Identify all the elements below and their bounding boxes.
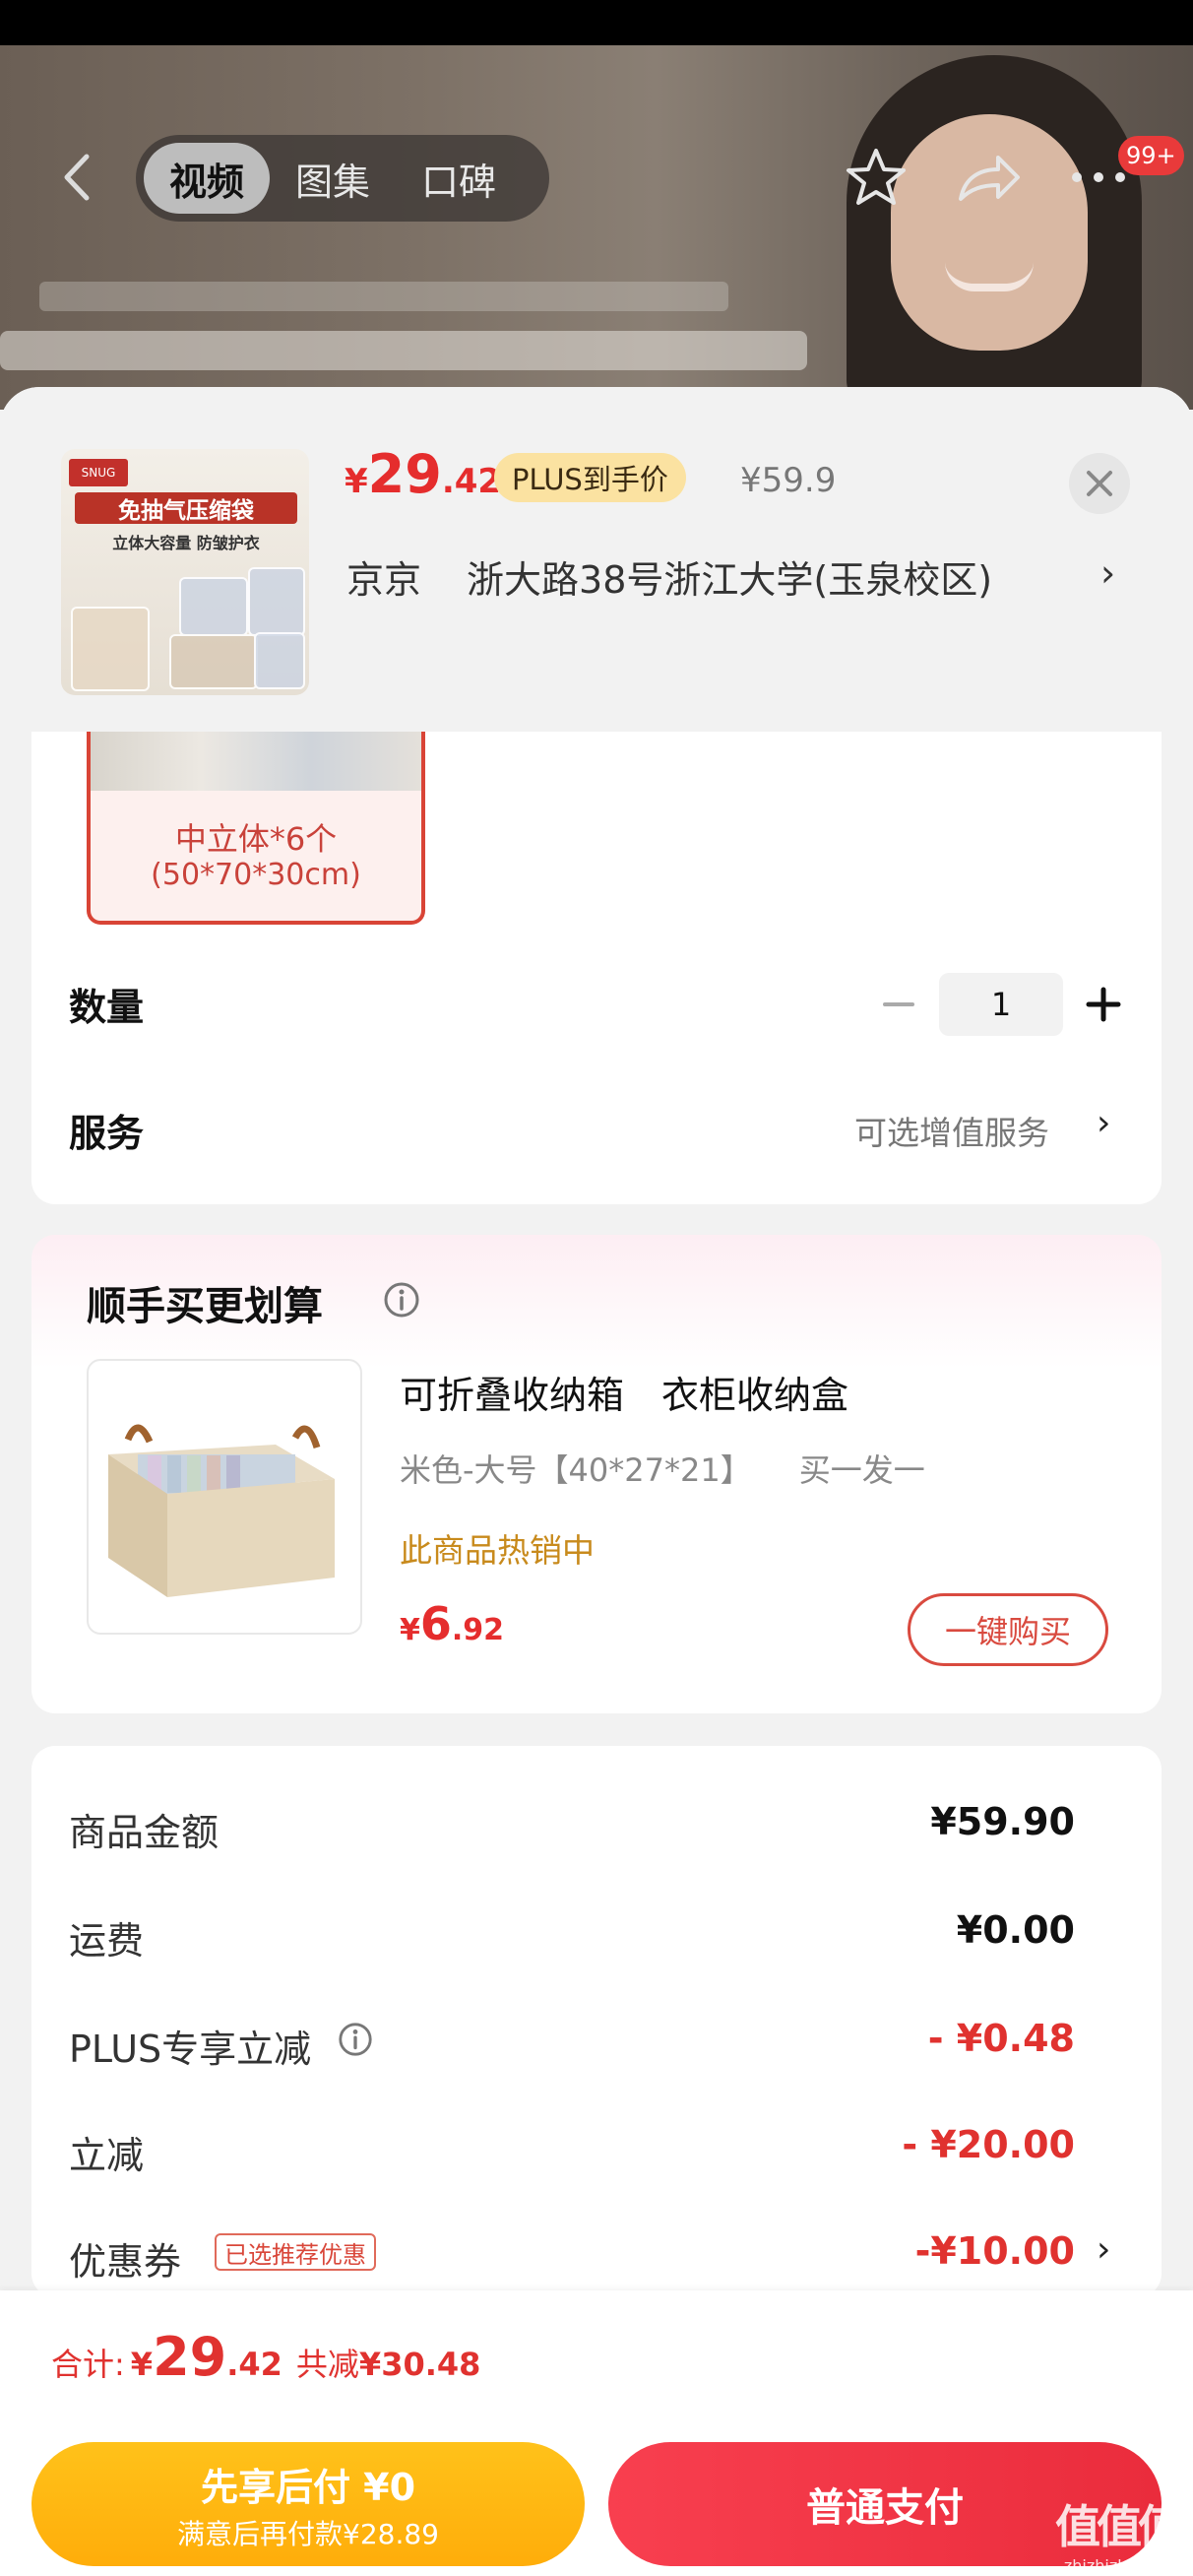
star-icon[interactable]: [845, 146, 908, 209]
original-price: ¥59.9: [740, 461, 837, 500]
pay-later-subtitle: 满意后再付款¥28.89: [177, 2517, 439, 2550]
thumbnail-title: 免抽气压缩袋: [75, 492, 297, 524]
bundle-item-image: [87, 1359, 362, 1635]
service-value[interactable]: 可选增值服务: [854, 1107, 1049, 1154]
price-integer: 29: [367, 443, 442, 505]
total-integer: 29: [153, 2326, 227, 2388]
tab-gallery[interactable]: 图集: [270, 143, 396, 214]
product-thumbnail: SNUG 免抽气压缩袋 立体大容量 防皱护衣: [61, 449, 309, 695]
watermark-logo: 值值值: [1055, 2500, 1183, 2553]
summary-value-instant-discount: - ¥20.00: [902, 2123, 1075, 2166]
message-badge: 99+: [1118, 136, 1184, 175]
brand-logo: SNUG: [69, 459, 128, 486]
chevron-right-icon[interactable]: ›: [1097, 2229, 1110, 2270]
tab-reviews[interactable]: 口碑: [396, 143, 522, 214]
share-icon[interactable]: [955, 148, 1022, 207]
status-bar: [0, 0, 1193, 45]
pay-later-title: 先享后付 ¥0: [200, 2465, 416, 2509]
quantity-label: 数量: [69, 986, 145, 1029]
bundle-price-decimal: .92: [451, 1613, 505, 1647]
total-row: 合计: ¥ 29 .42 共减 ¥30.48: [51, 2326, 480, 2388]
quantity-decrease-button[interactable]: [874, 975, 923, 1034]
price-currency: ¥: [345, 462, 368, 501]
spec-option-selected[interactable]: 中立体*6个 (50*70*30cm): [87, 732, 425, 925]
watermark-url: zhizhizhi.com: [1063, 2556, 1171, 2575]
summary-label-goods: 商品金额: [69, 1811, 220, 1854]
address-text: 浙大路38号浙江大学(玉泉校区): [467, 557, 993, 602]
plus-icon: [1086, 987, 1121, 1022]
summary-value-shipping: ¥0.00: [956, 1908, 1075, 1952]
summary-label-instant-discount: 立减: [69, 2134, 145, 2177]
summary-value-goods: ¥59.90: [930, 1800, 1075, 1843]
back-button[interactable]: [47, 148, 106, 207]
bundle-title: 顺手买更划算: [87, 1284, 323, 1329]
summary-label-coupon: 优惠券: [69, 2240, 182, 2284]
bundle-price-currency: ¥: [400, 1613, 420, 1647]
thumbnail-subtitle: 立体大容量 防皱护衣: [112, 534, 260, 552]
price-decimal: .42: [441, 462, 502, 501]
close-button[interactable]: [1069, 453, 1130, 514]
plus-price-tag: PLUS到手价: [494, 453, 686, 502]
bundle-item-name: 可折叠收纳箱 衣柜收纳盒: [400, 1374, 849, 1417]
service-label: 服务: [69, 1112, 145, 1155]
minus-icon: [883, 1002, 914, 1006]
summary-value-coupon[interactable]: -¥10.00: [915, 2229, 1075, 2273]
storage-box-illustration: [108, 1424, 335, 1597]
delivery-address[interactable]: 京京 浙大路38号浙江大学(玉泉校区): [346, 547, 1134, 606]
total-label: 合计:: [51, 2346, 125, 2383]
pay-later-button[interactable]: 先享后付 ¥0 满意后再付款¥28.89: [31, 2442, 585, 2566]
media-tabs: 视频 图集 口碑: [136, 135, 549, 222]
summary-label-shipping: 运费: [69, 1919, 145, 1963]
info-icon[interactable]: [337, 2021, 374, 2058]
info-icon[interactable]: [382, 1280, 421, 1320]
total-decimal: .42: [226, 2346, 283, 2383]
tab-video[interactable]: 视频: [144, 143, 271, 214]
spec-option-size: (50*70*30cm): [151, 858, 361, 892]
saved-value: ¥30.48: [358, 2346, 481, 2383]
bundle-price-integer: 6: [419, 1597, 452, 1650]
coupon-recommended-tag: 已选推荐优惠: [215, 2233, 376, 2271]
product-video-background: [0, 45, 1193, 410]
spec-option-name: 中立体*6个: [174, 820, 338, 858]
quantity-input[interactable]: 1: [939, 973, 1063, 1036]
bundle-item-variant: 米色-大号【40*27*21】 买一发一: [400, 1451, 925, 1489]
bundle-hot-label: 此商品热销中: [400, 1531, 595, 1570]
quantity-increase-button[interactable]: [1077, 975, 1130, 1034]
summary-value-plus-discount: - ¥0.48: [927, 2017, 1075, 2060]
more-icon[interactable]: [1069, 167, 1128, 187]
chevron-left-icon: [64, 154, 90, 201]
close-icon: [1087, 471, 1112, 496]
total-currency: ¥: [130, 2346, 154, 2383]
one-click-buy-button[interactable]: 一键购买: [908, 1593, 1108, 1666]
watermark: 值值值 zhizhizhi.com: [1043, 2491, 1191, 2575]
spec-option-image: [91, 732, 421, 791]
address-prefix: 京京: [346, 557, 422, 602]
chevron-right-icon[interactable]: ›: [1097, 1103, 1110, 1143]
summary-label-plus-discount: PLUS专享立减: [69, 2028, 312, 2071]
bundle-item-price: ¥ 6 .92: [400, 1597, 504, 1650]
saved-label: 共减: [295, 2346, 359, 2383]
chevron-right-icon[interactable]: ›: [1100, 551, 1115, 595]
sheet-price: ¥ 29 .42: [345, 443, 501, 512]
